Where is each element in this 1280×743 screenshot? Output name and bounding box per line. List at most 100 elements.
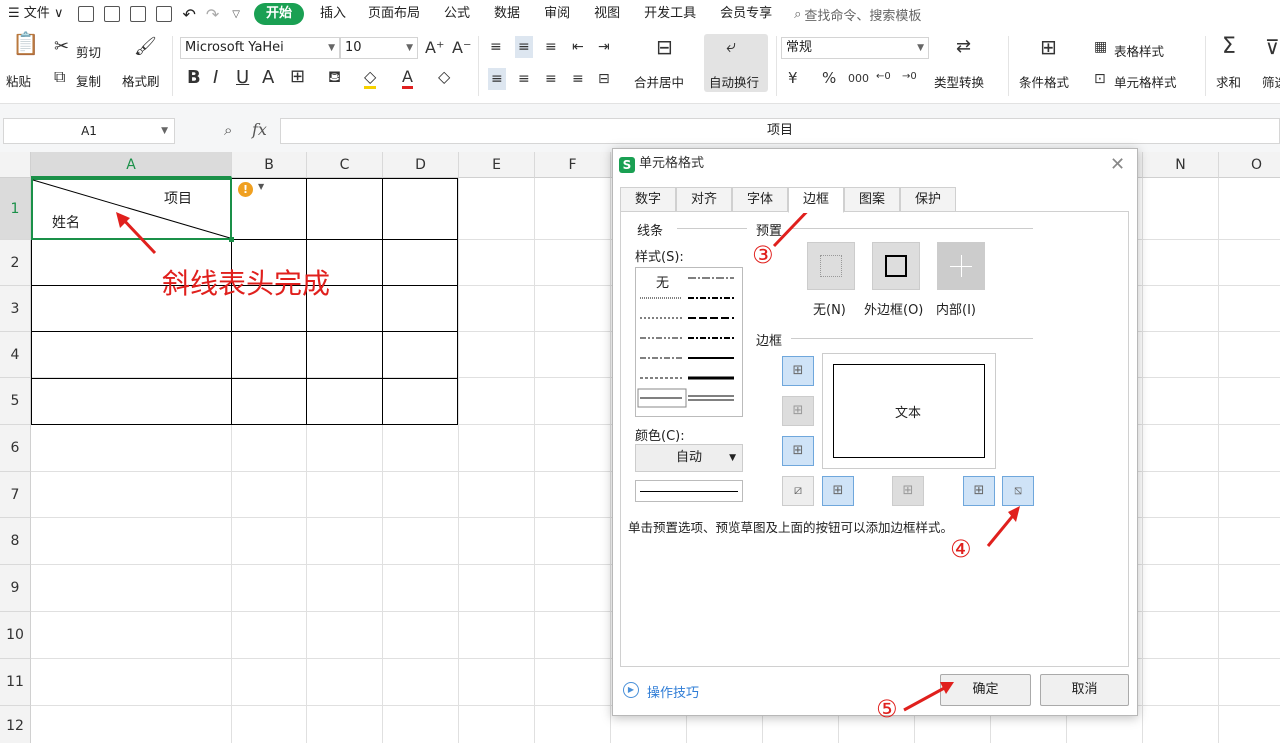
tab-review[interactable]: 审阅 [532, 0, 582, 28]
decrease-font-icon[interactable]: A⁻ [452, 39, 471, 57]
wrap-text-icon[interactable]: ⤶ [726, 38, 736, 56]
filter-button[interactable]: 筛选 [1262, 72, 1280, 91]
tab-pattern[interactable]: 图案 [844, 187, 900, 212]
merge-center-button[interactable]: 合并居中 [634, 72, 684, 91]
align-middle-icon[interactable]: ≡ [515, 36, 533, 58]
row-header-7[interactable]: 7 [0, 472, 31, 518]
tab-member[interactable]: 会员专享 [708, 0, 784, 28]
column-header-o[interactable]: O [1219, 152, 1280, 178]
align-top-icon[interactable]: ≡ [490, 38, 502, 56]
border-left-button[interactable]: ⊞ [822, 476, 854, 506]
diagonal-up-button[interactable]: ⧄ [782, 476, 814, 506]
column-header-e[interactable]: E [459, 152, 535, 178]
currency-icon[interactable]: ¥ [788, 69, 798, 87]
strikethrough-icon[interactable]: A [262, 69, 274, 87]
tab-page-layout[interactable]: 页面布局 [356, 0, 432, 28]
name-box[interactable]: A1 ▼ [3, 118, 175, 144]
select-all-corner[interactable] [0, 152, 31, 178]
highlight-icon[interactable]: ◇ [364, 68, 377, 89]
tab-insert[interactable]: 插入 [310, 0, 356, 28]
tab-alignment[interactable]: 对齐 [676, 187, 732, 212]
table-style-icon[interactable]: ▦ [1094, 38, 1107, 56]
row-header-10[interactable]: 10 [0, 612, 31, 659]
tab-number[interactable]: 数字 [620, 187, 676, 212]
row-header-9[interactable]: 9 [0, 565, 31, 612]
paste-button[interactable]: 粘贴 [6, 71, 31, 90]
tab-border[interactable]: 边框 [788, 187, 844, 213]
distributed-icon[interactable]: ⊟ [598, 70, 610, 88]
tab-view[interactable]: 视图 [582, 0, 632, 28]
row-header-12[interactable]: 12 [0, 706, 31, 743]
file-menu[interactable]: ☰ 文件 ∨ [0, 0, 73, 28]
align-left-icon[interactable]: ≡ [488, 68, 506, 90]
indent-increase-icon[interactable]: ⇥ [598, 38, 610, 56]
line-style-list[interactable]: 无 [635, 267, 743, 417]
close-icon[interactable]: ✕ [1110, 154, 1125, 175]
border-top-button[interactable]: ⊞ [782, 356, 814, 386]
column-header-a[interactable]: A [31, 152, 232, 178]
column-header-b[interactable]: B [232, 152, 307, 178]
fx-icon[interactable]: fx [252, 120, 267, 139]
row-header-5[interactable]: 5 [0, 378, 31, 425]
percent-icon[interactable]: % [822, 69, 836, 87]
export-icon[interactable] [104, 6, 121, 22]
preset-none-label[interactable]: 无(N) [813, 299, 846, 318]
increase-font-icon[interactable]: A⁺ [425, 39, 444, 57]
column-header-c[interactable]: C [307, 152, 383, 178]
quick-access-more-icon[interactable]: ▽ [232, 9, 240, 20]
align-center-icon[interactable]: ≡ [518, 70, 530, 88]
save-icon[interactable] [78, 6, 95, 22]
fill-handle[interactable] [229, 237, 234, 242]
justify-icon[interactable]: ≡ [572, 70, 584, 88]
indent-decrease-icon[interactable]: ⇤ [572, 38, 584, 56]
decrease-decimal-icon[interactable]: →0 [902, 68, 917, 86]
font-color-icon[interactable]: A [402, 68, 413, 89]
italic-icon[interactable]: I [213, 69, 218, 87]
cancel-button[interactable]: 取消 [1040, 674, 1129, 706]
wrap-text-button[interactable]: 自动换行 [709, 72, 759, 91]
chevron-down-icon[interactable]: ▼ [258, 182, 264, 191]
fill-color-icon[interactable]: ⛾ [328, 68, 341, 86]
tab-data[interactable]: 数据 [482, 0, 532, 28]
zoom-search-icon[interactable]: ⌕ [224, 121, 232, 139]
print-icon[interactable] [130, 6, 147, 22]
row-header-1[interactable]: 1 [0, 178, 31, 240]
preset-outline-label[interactable]: 外边框(O) [864, 299, 923, 318]
sum-button[interactable]: 求和 [1216, 72, 1241, 91]
font-name-select[interactable]: Microsoft YaHei ▼ [180, 37, 340, 59]
convert-icon[interactable]: ⇄ [956, 38, 971, 56]
warning-icon[interactable]: ! [238, 182, 253, 197]
row-header-8[interactable]: 8 [0, 518, 31, 565]
copy-icon[interactable]: ⧉ [54, 68, 65, 86]
command-search[interactable]: 查找命令、搜索模板 [804, 5, 921, 24]
tab-home[interactable]: 开始 [253, 3, 304, 25]
underline-icon[interactable]: U [236, 69, 249, 87]
format-painter-button[interactable]: 格式刷 [122, 71, 160, 90]
redo-icon[interactable]: ↷ [206, 5, 219, 24]
align-right-icon[interactable]: ≡ [545, 70, 557, 88]
color-select[interactable]: 自动 ▼ [635, 444, 743, 472]
row-header-3[interactable]: 3 [0, 286, 31, 332]
cell-style-button[interactable]: 单元格样式 [1114, 72, 1177, 91]
table-style-button[interactable]: 表格样式 [1114, 41, 1164, 60]
row-header-2[interactable]: 2 [0, 240, 31, 286]
conditional-format-icon[interactable]: ⊞ [1040, 37, 1057, 57]
column-header-f[interactable]: F [535, 152, 611, 178]
preset-outline-button[interactable] [872, 242, 920, 290]
border-icon[interactable]: ⊞ [290, 68, 305, 86]
row-header-4[interactable]: 4 [0, 332, 31, 378]
print-preview-icon[interactable] [156, 6, 173, 22]
font-size-select[interactable]: 10 ▼ [340, 37, 418, 59]
bold-icon[interactable]: B [187, 69, 201, 87]
border-bottom-button[interactable]: ⊞ [782, 436, 814, 466]
border-middle-button[interactable]: ⊞ [782, 396, 814, 426]
column-header-d[interactable]: D [383, 152, 459, 178]
convert-type-button[interactable]: 类型转换 [934, 72, 984, 91]
align-bottom-icon[interactable]: ≡ [545, 38, 557, 56]
tips-link[interactable]: 操作技巧 [647, 682, 699, 701]
preset-inside-label[interactable]: 内部(I) [936, 299, 976, 318]
cell-style-icon[interactable]: ⊡ [1094, 70, 1106, 88]
tab-developer[interactable]: 开发工具 [632, 0, 708, 28]
formula-input[interactable]: 项目 [280, 118, 1280, 144]
column-header-n[interactable]: N [1143, 152, 1219, 178]
